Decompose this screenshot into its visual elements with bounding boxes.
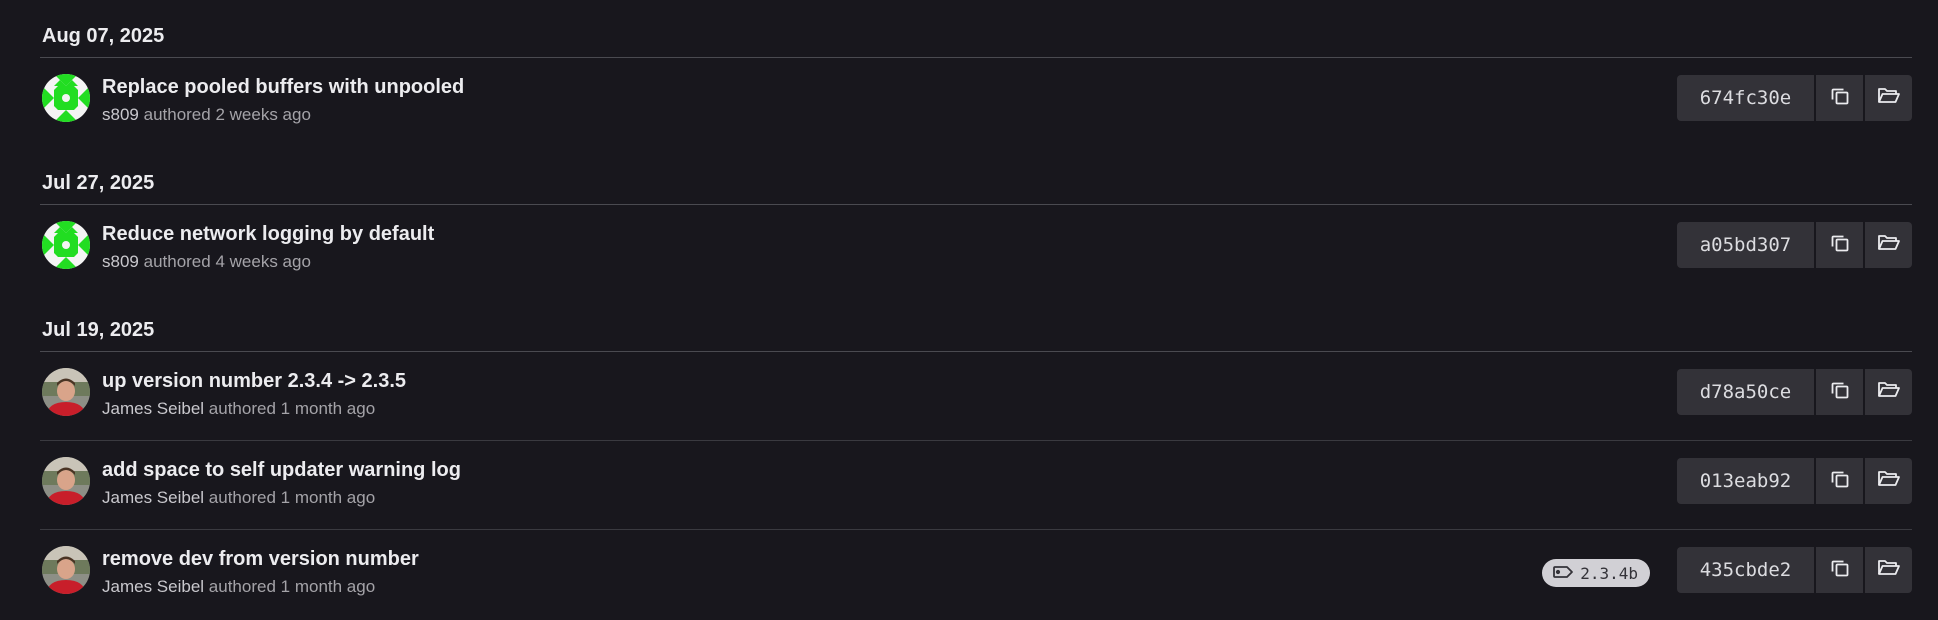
commit-actions: 435cbde2	[1677, 547, 1912, 593]
copy-icon	[1830, 558, 1850, 583]
commit-author[interactable]: James Seibel	[102, 577, 204, 596]
date-heading: Jul 19, 2025	[40, 294, 1912, 352]
commit-meta: James Seibel authored 1 month ago	[102, 399, 375, 419]
date-group: Jul 19, 2025 up version number 2.3.4 -> …	[40, 294, 1912, 619]
commit-sha-button[interactable]: a05bd307	[1677, 222, 1814, 268]
commit-title[interactable]: Replace pooled buffers with unpooled	[102, 76, 464, 99]
author-avatar[interactable]	[42, 74, 90, 122]
commit-list: Aug 07, 2025 Replace pooled buffers with…	[40, 0, 1912, 619]
browse-files-button[interactable]	[1865, 547, 1912, 593]
commit-sha-button[interactable]: d78a50ce	[1677, 369, 1814, 415]
commit-author[interactable]: James Seibel	[102, 399, 204, 418]
commit-author[interactable]: James Seibel	[102, 488, 204, 507]
commit-verb: authored	[143, 105, 211, 124]
commit-time: 4 weeks ago	[215, 252, 311, 271]
tag-icon	[1552, 564, 1574, 583]
commit-time: 2 weeks ago	[215, 105, 311, 124]
browse-files-button[interactable]	[1865, 369, 1912, 415]
date-group: Aug 07, 2025 Replace pooled buffers with…	[40, 0, 1912, 147]
folder-open-icon	[1877, 469, 1901, 494]
commit-author[interactable]: s809	[102, 105, 139, 124]
commit-actions: 013eab92	[1677, 458, 1912, 504]
commit-time: 1 month ago	[280, 488, 376, 507]
copy-icon	[1830, 86, 1850, 111]
tag-badge[interactable]: 2.3.4b	[1542, 559, 1650, 587]
folder-open-icon	[1877, 380, 1901, 405]
commit-row: Replace pooled buffers with unpooled s80…	[40, 58, 1912, 147]
copy-icon	[1830, 380, 1850, 405]
commit-author[interactable]: s809	[102, 252, 139, 271]
browse-files-button[interactable]	[1865, 222, 1912, 268]
copy-icon	[1830, 233, 1850, 258]
commit-title[interactable]: add space to self updater warning log	[102, 459, 461, 482]
commit-actions: d78a50ce	[1677, 369, 1912, 415]
commit-row: up version number 2.3.4 -> 2.3.5 James S…	[40, 352, 1912, 441]
commit-actions: 674fc30e	[1677, 75, 1912, 121]
commit-verb: authored	[208, 577, 276, 596]
commit-sha-button[interactable]: 013eab92	[1677, 458, 1814, 504]
copy-sha-button[interactable]	[1816, 369, 1863, 415]
date-group: Jul 27, 2025 Reduce network logging by d…	[40, 147, 1912, 294]
copy-sha-button[interactable]	[1816, 547, 1863, 593]
folder-open-icon	[1877, 233, 1901, 258]
commit-sha-button[interactable]: 674fc30e	[1677, 75, 1814, 121]
commit-verb: authored	[208, 399, 276, 418]
folder-open-icon	[1877, 86, 1901, 111]
copy-sha-button[interactable]	[1816, 75, 1863, 121]
commit-row: Reduce network logging by default s809 a…	[40, 205, 1912, 294]
commit-actions: a05bd307	[1677, 222, 1912, 268]
commit-meta: James Seibel authored 1 month ago	[102, 577, 375, 597]
author-avatar[interactable]	[42, 457, 90, 505]
browse-files-button[interactable]	[1865, 458, 1912, 504]
copy-icon	[1830, 469, 1850, 494]
commit-sha-button[interactable]: 435cbde2	[1677, 547, 1814, 593]
commit-title[interactable]: up version number 2.3.4 -> 2.3.5	[102, 370, 406, 393]
copy-sha-button[interactable]	[1816, 222, 1863, 268]
commit-time: 1 month ago	[280, 399, 376, 418]
commit-meta: James Seibel authored 1 month ago	[102, 488, 375, 508]
copy-sha-button[interactable]	[1816, 458, 1863, 504]
folder-open-icon	[1877, 558, 1901, 583]
commit-row: remove dev from version number James Sei…	[40, 530, 1912, 619]
commit-row: add space to self updater warning log Ja…	[40, 441, 1912, 530]
commit-title[interactable]: remove dev from version number	[102, 548, 419, 571]
browse-files-button[interactable]	[1865, 75, 1912, 121]
tag-label: 2.3.4b	[1580, 563, 1638, 583]
commit-meta: s809 authored 4 weeks ago	[102, 252, 311, 272]
commit-time: 1 month ago	[280, 577, 376, 596]
author-avatar[interactable]	[42, 546, 90, 594]
date-heading: Aug 07, 2025	[40, 0, 1912, 58]
commit-verb: authored	[143, 252, 211, 271]
commit-meta: s809 authored 2 weeks ago	[102, 105, 311, 125]
author-avatar[interactable]	[42, 221, 90, 269]
commit-verb: authored	[208, 488, 276, 507]
commit-title[interactable]: Reduce network logging by default	[102, 223, 434, 246]
date-heading: Jul 27, 2025	[40, 147, 1912, 205]
author-avatar[interactable]	[42, 368, 90, 416]
